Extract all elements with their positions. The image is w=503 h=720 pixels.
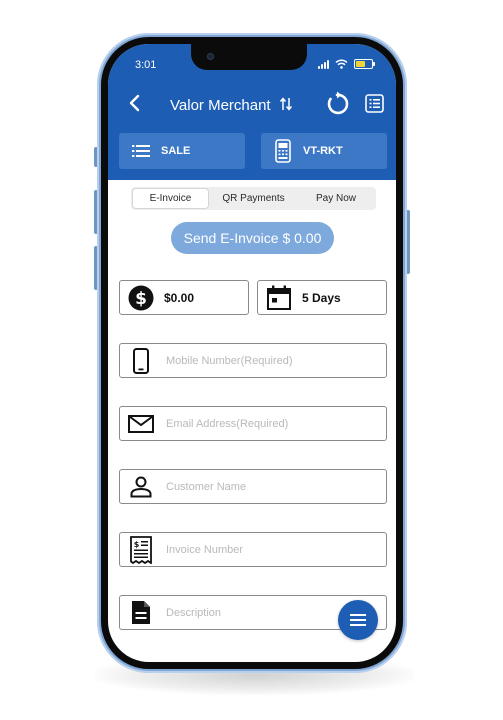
tab-e-invoice[interactable]: E-Invoice [133,189,208,208]
invoice-icon: $ [122,533,160,566]
document-icon [122,596,160,629]
customer-name-placeholder: Customer Name [166,480,247,493]
app-header: 3:01 Valor Merchant SALE VT-RKT [108,44,396,180]
svg-text:$: $ [134,540,140,549]
phone-icon [122,344,160,377]
refresh-icon[interactable] [324,91,350,117]
menu-fab-button[interactable] [338,600,378,640]
swap-arrows-icon[interactable] [279,96,293,112]
description-placeholder: Description [166,606,222,619]
tab-pay-now[interactable]: Pay Now [297,187,375,210]
list-icon [129,139,153,163]
status-time: 3:01 [135,59,157,71]
battery-icon [354,59,375,69]
sale-label: SALE [161,145,191,157]
customer-name-input[interactable]: Customer Name [119,469,387,504]
invoice-type-tabs: E-Invoice QR Payments Pay Now [131,187,376,210]
navbar: Valor Merchant [108,88,396,120]
person-icon [122,470,160,503]
due-days-value: 5 Days [302,290,341,305]
terminal-selector[interactable]: VT-RKT [261,133,387,169]
card-terminal-icon [271,139,295,163]
wifi-icon [335,59,348,69]
notch [191,44,307,70]
app-screen: 3:01 Valor Merchant SALE VT-RKT E-Invoic… [108,44,396,662]
phone-frame: 3:01 Valor Merchant SALE VT-RKT E-Invoic… [97,33,407,673]
invoice-number-input[interactable]: $ Invoice Number [119,532,387,567]
terminal-label: VT-RKT [303,145,343,157]
amount-field[interactable]: $ $0.00 [119,280,249,315]
chevron-left-icon[interactable] [124,92,146,114]
merchant-title[interactable]: Valor Merchant [170,97,271,114]
send-e-invoice-button[interactable]: Send E-Invoice $ 0.00 [171,222,334,254]
email-address-input[interactable]: Email Address(Required) [119,406,387,441]
svg-text:$: $ [135,289,147,309]
tab-qr-payments[interactable]: QR Payments [210,187,297,210]
dollar-circle-icon: $ [122,281,160,314]
sale-selector[interactable]: SALE [119,133,245,169]
invoice-number-placeholder: Invoice Number [166,543,244,556]
mobile-number-placeholder: Mobile Number(Required) [166,354,293,367]
due-days-field[interactable]: 5 Days [257,280,387,315]
email-address-placeholder: Email Address(Required) [166,417,289,430]
phone-bezel: 3:01 Valor Merchant SALE VT-RKT E-Invoic… [101,37,403,669]
menu-icon [350,614,366,626]
signal-icon [318,59,329,69]
front-camera [207,53,214,60]
mobile-number-input[interactable]: Mobile Number(Required) [119,343,387,378]
receipt-list-icon[interactable] [364,93,385,114]
calendar-icon [260,281,298,314]
envelope-icon [122,407,160,440]
status-icons [318,58,375,70]
amount-value: $0.00 [164,290,195,305]
